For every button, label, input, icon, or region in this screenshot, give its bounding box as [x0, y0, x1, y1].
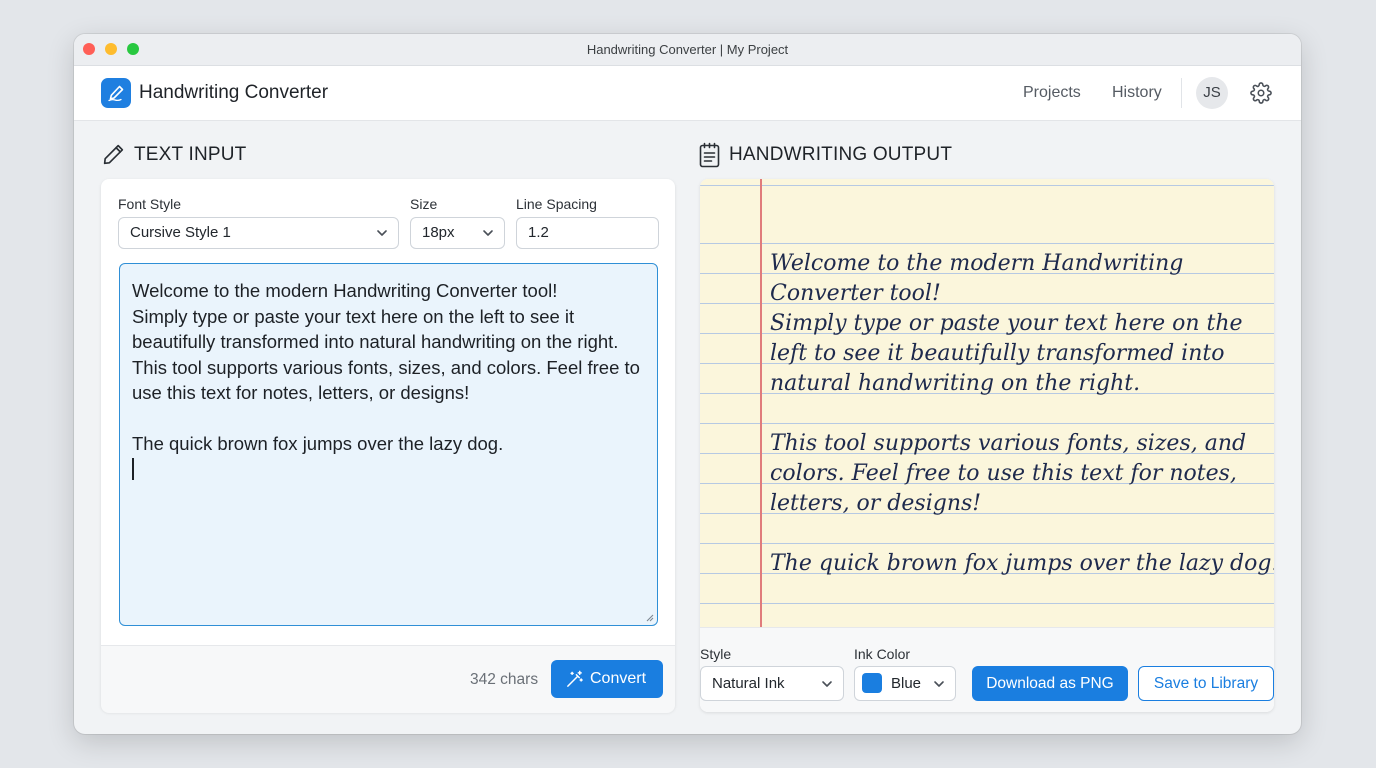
save-to-library-button[interactable]: Save to Library	[1138, 666, 1274, 701]
gear-icon[interactable]	[1250, 82, 1272, 109]
margin-line	[760, 179, 762, 627]
ink-color-swatch	[862, 673, 882, 693]
app-window: Handwriting Converter | My Project Handw…	[74, 34, 1301, 734]
size-value: 18px	[422, 224, 455, 241]
title-bar: Handwriting Converter | My Project	[74, 34, 1301, 66]
app-header: Handwriting Converter Projects History J…	[74, 66, 1301, 121]
text-input-content: Welcome to the modern Handwriting Conver…	[132, 280, 640, 454]
handwriting-output-heading: HANDWRITING OUTPUT	[729, 144, 953, 165]
convert-label: Convert	[589, 670, 647, 687]
user-avatar[interactable]: JS	[1196, 77, 1228, 109]
nav-history[interactable]: History	[1112, 84, 1162, 102]
font-style-select[interactable]: Cursive Style 1	[118, 217, 399, 249]
size-label: Size	[410, 196, 438, 212]
char-count: 342 chars	[470, 671, 539, 688]
style-label: Style	[700, 646, 732, 662]
nav-divider	[1181, 78, 1182, 108]
ink-color-label: Ink Color	[854, 646, 911, 662]
size-select[interactable]: 18px	[410, 217, 505, 249]
chevron-down-icon	[483, 230, 493, 236]
pen-logo-icon	[101, 78, 131, 108]
font-style-label: Font Style	[118, 196, 182, 212]
text-caret	[132, 457, 134, 480]
handwriting-output-text: Welcome to the modern Handwriting Conver…	[770, 251, 1274, 576]
chevron-down-icon	[934, 681, 944, 687]
line-spacing-label: Line Spacing	[516, 196, 597, 212]
output-footer: Style Natural Ink Ink Color Blue Downloa…	[700, 627, 1274, 712]
text-input-heading: TEXT INPUT	[134, 144, 247, 165]
chevron-down-icon	[377, 230, 387, 236]
convert-button[interactable]: Convert	[551, 660, 663, 698]
text-input-area[interactable]: Welcome to the modern Handwriting Conver…	[119, 263, 658, 626]
line-spacing-value: 1.2	[528, 224, 549, 241]
chevron-down-icon	[822, 681, 832, 687]
text-input-panel: Font Style Cursive Style 1 Size 18px Lin…	[101, 179, 675, 713]
window-title: Handwriting Converter | My Project	[586, 42, 789, 57]
pencil-icon	[101, 142, 126, 172]
magic-wand-icon	[567, 670, 583, 687]
download-png-button[interactable]: Download as PNG	[972, 666, 1128, 701]
font-style-value: Cursive Style 1	[130, 224, 231, 241]
lined-paper-preview: Welcome to the modern Handwriting Conver…	[700, 179, 1274, 627]
text-input-footer: 342 chars Convert	[101, 645, 675, 713]
line-spacing-input[interactable]: 1.2	[516, 217, 659, 249]
ink-color-select[interactable]: Blue	[854, 666, 956, 701]
style-value: Natural Ink	[712, 675, 785, 692]
app-name: Handwriting Converter	[139, 82, 329, 103]
ink-color-value: Blue	[891, 675, 922, 692]
handwriting-output-panel: Welcome to the modern Handwriting Conver…	[700, 179, 1274, 712]
resize-grip-icon[interactable]	[644, 612, 654, 622]
nav-projects[interactable]: Projects	[1023, 84, 1081, 102]
style-select[interactable]: Natural Ink	[700, 666, 844, 701]
notepad-icon	[698, 142, 721, 173]
